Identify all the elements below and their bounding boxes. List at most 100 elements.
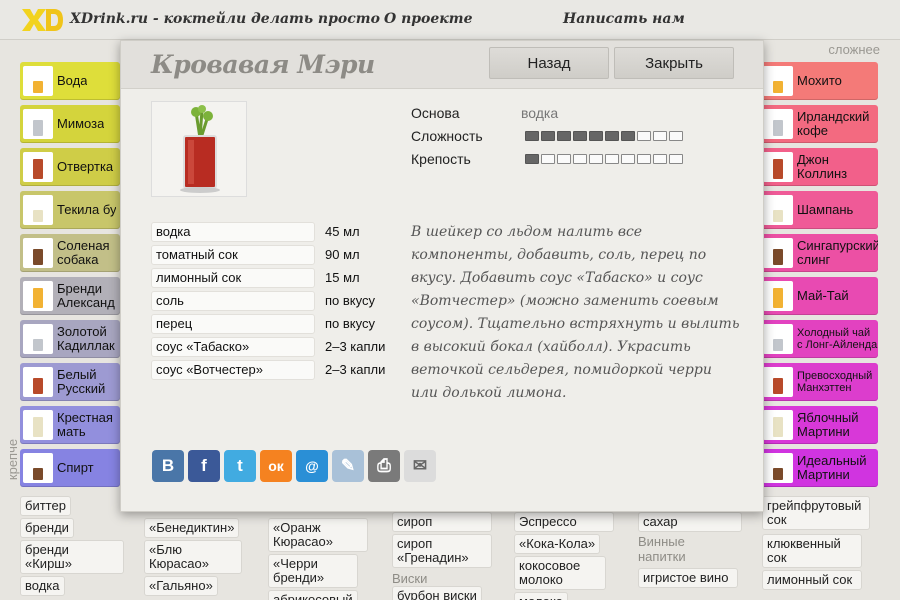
print-icon[interactable]: ⎙ — [368, 450, 400, 482]
cocktail-thumbnail — [763, 324, 793, 354]
cocktail-thumbnail — [23, 238, 53, 268]
cocktail-tile-label: Мохито — [797, 74, 842, 88]
ingredient-name[interactable]: водка — [151, 222, 315, 242]
cocktail-tile-label: Шампань — [797, 203, 854, 217]
site-title-link[interactable]: XDrink.ru - коктейли делать просто — [70, 11, 380, 27]
glass-icon — [33, 81, 43, 93]
ingredient-chip[interactable]: «Кока-Кола» — [514, 534, 601, 554]
cocktail-tile[interactable]: Мохито — [760, 62, 878, 100]
cocktail-tile[interactable]: Яблочный Мартини — [760, 406, 878, 444]
cocktail-tile[interactable]: Спирт — [20, 449, 120, 487]
glass-icon — [33, 339, 43, 351]
cocktail-tile-label: Белый Русский — [57, 368, 106, 396]
meter-segment — [557, 154, 571, 164]
ingredient-chip[interactable]: игристое вино — [638, 568, 738, 588]
cocktail-tile[interactable]: Золотой Кадиллак — [20, 320, 120, 358]
ingredient-chip[interactable]: сахар — [638, 512, 742, 532]
cocktail-tile[interactable]: Ирландский кофе — [760, 105, 878, 143]
glass-icon — [773, 339, 783, 351]
cocktail-tile-label: Отвертка — [57, 160, 114, 174]
ingredient-name[interactable]: соус «Табаско» — [151, 337, 315, 357]
meter-segment — [637, 154, 651, 164]
ingredient-chip[interactable]: «Черри бренди» — [268, 554, 358, 588]
ingredient-chip[interactable]: сироп «Гренадин» — [392, 534, 492, 568]
cocktail-tile-label: Сингапурский слинг — [797, 239, 878, 267]
cocktail-tile[interactable]: Превосходный Манхэттен — [760, 363, 878, 401]
cocktail-tile[interactable]: Крестная мать — [20, 406, 120, 444]
cocktail-tile[interactable]: Мимоза — [20, 105, 120, 143]
cocktail-thumbnail — [763, 238, 793, 268]
cocktail-tile[interactable]: Соленая собака — [20, 234, 120, 272]
back-button[interactable]: Назад — [489, 47, 609, 79]
ingredient-amount: 15 мл — [325, 270, 360, 285]
cocktail-tile-label: Бренди Александ — [57, 282, 115, 310]
ingredient-chip[interactable]: бренди — [20, 518, 74, 538]
ingredient-chip[interactable]: клюквенный сок — [762, 534, 862, 568]
twitter-icon[interactable]: t — [224, 450, 256, 482]
ingredient-chip[interactable]: биттер — [20, 496, 71, 516]
glass-icon — [33, 468, 43, 480]
cocktail-tile[interactable]: Отвертка — [20, 148, 120, 186]
cocktail-tile-label: Яблочный Мартини — [797, 411, 859, 439]
meter-segment — [653, 131, 667, 141]
ingredient-chip[interactable]: «Бенедиктин» — [144, 518, 240, 538]
ingredient-chip[interactable]: грейпфрутовый сок — [762, 496, 870, 530]
nav-contact-link[interactable]: Написать нам — [563, 11, 685, 27]
glass-icon — [33, 288, 43, 308]
cocktail-modal: Кровавая Мэри Назад Закрыть Основа водка… — [120, 40, 764, 512]
odnoklassniki-icon[interactable]: ок — [260, 450, 292, 482]
meter-segment — [557, 131, 571, 141]
cocktail-tile[interactable]: Белый Русский — [20, 363, 120, 401]
cocktail-tile[interactable]: Сингапурский слинг — [760, 234, 878, 272]
cocktail-tile-label: Холодный чай с Лонг-Айленда — [797, 327, 878, 351]
ingredient-chip[interactable]: Эспрессо — [514, 512, 614, 532]
ingredient-chip[interactable]: «Блю Кюрасао» — [144, 540, 242, 574]
ingredient-chip[interactable]: абрикосовый — [268, 590, 358, 600]
cocktail-tile[interactable]: Джон Коллинз — [760, 148, 878, 186]
ingredient-chip[interactable]: «Оранж Кюрасао» — [268, 518, 368, 552]
meter-segment — [573, 154, 587, 164]
email-icon[interactable]: ✉ — [404, 450, 436, 482]
cocktail-tile[interactable]: Текила бу — [20, 191, 120, 229]
xd-logo-icon[interactable] — [20, 7, 64, 33]
ingredient-name[interactable]: соус «Вотчестер» — [151, 360, 315, 380]
modal-header: Кровавая Мэри Назад Закрыть — [121, 41, 763, 89]
cocktail-tile[interactable]: Бренди Александ — [20, 277, 120, 315]
facebook-icon[interactable]: f — [188, 450, 220, 482]
ingredient-name[interactable]: томатный сок — [151, 245, 315, 265]
ingredient-chip[interactable]: «Гальяно» — [144, 576, 218, 596]
ingredient-chip[interactable]: кокосовое молоко — [514, 556, 606, 590]
meter-segment — [653, 154, 667, 164]
cocktail-tile-label: Крестная мать — [57, 411, 113, 439]
base-label: Основа — [411, 105, 460, 121]
ingredient-chip[interactable]: сироп — [392, 512, 492, 532]
livejournal-icon[interactable]: ✎ — [332, 450, 364, 482]
cocktail-thumbnail — [23, 453, 53, 483]
vkontakte-icon[interactable]: B — [152, 450, 184, 482]
glass-icon — [773, 210, 783, 222]
cocktail-tile[interactable]: Холодный чай с Лонг-Айленда — [760, 320, 878, 358]
mail-agent-icon[interactable]: @ — [296, 450, 328, 482]
glass-icon — [33, 249, 43, 265]
ingredient-chip[interactable]: бренди «Кирш» — [20, 540, 124, 574]
ingredient-chip[interactable]: водка — [20, 576, 65, 596]
cocktail-tile[interactable]: Шампань — [760, 191, 878, 229]
ingredient-chip[interactable]: молоко — [514, 592, 568, 600]
nav-about-link[interactable]: О проекте — [384, 11, 472, 27]
cocktail-tile-label: Мимоза — [57, 117, 105, 131]
cocktail-thumbnail — [23, 195, 53, 225]
meter-segment — [605, 131, 619, 141]
cocktail-tile[interactable]: Май-Тай — [760, 277, 878, 315]
ingredient-chip[interactable]: лимонный сок — [762, 570, 862, 590]
close-button[interactable]: Закрыть — [614, 47, 734, 79]
ingredient-amount: 90 мл — [325, 247, 360, 262]
cocktail-thumbnail — [23, 66, 53, 96]
cocktail-tile[interactable]: Вода — [20, 62, 120, 100]
cocktail-thumbnail — [763, 453, 793, 483]
ingredient-chip[interactable]: бурбон виски — [392, 586, 482, 600]
glass-icon — [773, 288, 783, 308]
ingredient-name[interactable]: лимонный сок — [151, 268, 315, 288]
ingredient-name[interactable]: соль — [151, 291, 315, 311]
ingredient-name[interactable]: перец — [151, 314, 315, 334]
cocktail-tile[interactable]: Идеальный Мартини — [760, 449, 878, 487]
